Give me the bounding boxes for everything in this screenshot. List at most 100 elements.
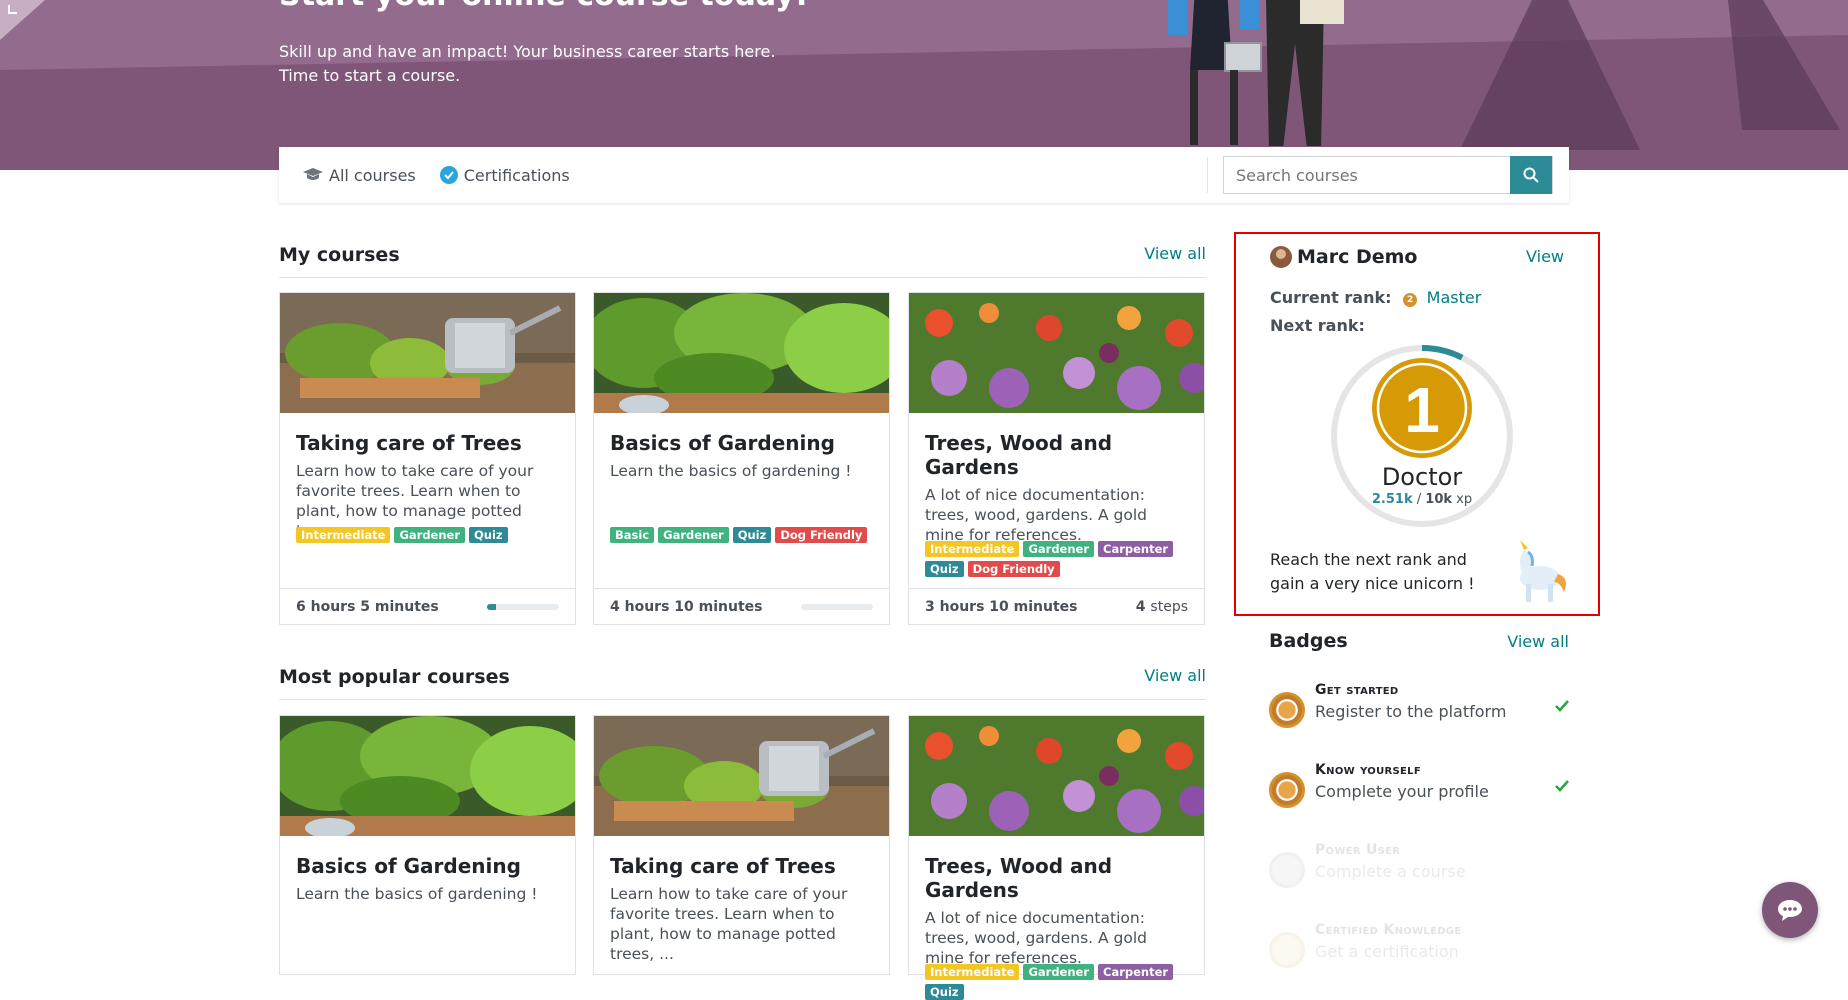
verified-check-icon xyxy=(439,166,458,184)
tag-dog-friendly[interactable]: Dog Friendly xyxy=(775,527,868,543)
popular-view-all-link[interactable]: View all xyxy=(1144,666,1206,685)
badge-description: Register to the platform xyxy=(1315,702,1507,721)
tag-carpenter[interactable]: Carpenter xyxy=(1098,964,1174,980)
badge-medal-icon xyxy=(1269,692,1305,728)
hero-subtitle-line1: Skill up and have an impact! Your busine… xyxy=(279,42,776,61)
badge-description: Complete your profile xyxy=(1315,782,1489,801)
view-profile-link[interactable]: View xyxy=(1526,247,1564,266)
badge-title: Power User xyxy=(1315,842,1401,858)
user-name-label: Marc Demo xyxy=(1297,246,1418,268)
avatar xyxy=(1270,246,1292,268)
tag-gardener[interactable]: Gardener xyxy=(1023,964,1095,980)
user-profile-card: Marc Demo View Current rank: 2 Master Ne… xyxy=(1234,232,1600,616)
tag-gardener[interactable]: Gardener xyxy=(658,527,729,543)
course-steps-count: 4 xyxy=(1135,598,1146,615)
course-title[interactable]: Trees, Wood and Gardens xyxy=(925,431,1188,479)
tag-quiz[interactable]: Quiz xyxy=(732,527,772,543)
badge-item[interactable]: Get started Register to the platform xyxy=(1269,680,1569,740)
tag-gardener[interactable]: Gardener xyxy=(394,527,466,543)
tag-intermediate[interactable]: Intermediate xyxy=(925,964,1020,980)
badges-view-all-link[interactable]: View all xyxy=(1507,632,1569,652)
chat-bubble-icon xyxy=(1778,900,1802,921)
tag-quiz[interactable]: Quiz xyxy=(925,561,964,577)
my-courses-title: My courses xyxy=(279,244,400,266)
course-image xyxy=(909,293,1204,413)
my-courses-header: My courses View all xyxy=(279,242,1206,278)
course-tags: Intermediate Gardener Quiz xyxy=(296,527,559,543)
hero-title: Start your online course today! xyxy=(279,0,808,13)
tag-carpenter[interactable]: Carpenter xyxy=(1098,541,1174,557)
check-icon xyxy=(1555,780,1569,792)
course-title[interactable]: Taking care of Trees xyxy=(610,854,873,878)
course-description: Learn the basics of gardening ! xyxy=(610,462,852,480)
course-description: A lot of nice documentation: trees, wood… xyxy=(925,486,1148,544)
tag-intermediate[interactable]: Intermediate xyxy=(925,541,1020,557)
badge-title: Know yourself xyxy=(1315,762,1421,778)
course-tags: Intermediate Gardener Carpenter Quiz Dog… xyxy=(925,541,1188,577)
badge-medal-icon xyxy=(1269,772,1305,808)
course-progress-bar xyxy=(801,603,873,610)
badges-title: Badges xyxy=(1269,630,1348,652)
badge-item[interactable]: Know yourself Complete your profile xyxy=(1269,760,1569,820)
course-description: Learn how to take care of your favorite … xyxy=(296,462,534,540)
course-card[interactable]: Basics of Gardening Learn the basics of … xyxy=(279,715,576,975)
xp-current: 2.51k xyxy=(1371,492,1413,507)
tag-gardener[interactable]: Gardener xyxy=(1023,541,1095,557)
course-card[interactable]: Taking care of Trees Learn how to take c… xyxy=(279,292,576,625)
nav-all-courses-label: All courses xyxy=(329,165,416,185)
xp-unit: xp xyxy=(1456,492,1473,507)
course-image xyxy=(594,293,889,413)
course-steps-label: steps xyxy=(1150,598,1188,615)
hero-subtitle-line2: Time to start a course. xyxy=(279,66,461,85)
course-tags: Basic Gardener Quiz Dog Friendly xyxy=(610,527,873,543)
course-title[interactable]: Taking care of Trees xyxy=(296,431,559,455)
course-card[interactable]: Trees, Wood and Gardens A lot of nice do… xyxy=(908,715,1205,1000)
nav-certifications[interactable]: Certifications xyxy=(439,165,570,185)
course-duration: 3 hours 10 minutes xyxy=(925,598,1078,615)
popular-courses-title: Most popular courses xyxy=(279,666,510,688)
badge-description: Complete a course xyxy=(1315,862,1466,881)
nav-certifications-label: Certifications xyxy=(463,165,570,185)
course-footer: 6 hours 5 minutes xyxy=(280,588,575,624)
badge-title: Certified Knowledge xyxy=(1315,922,1462,938)
badges-header: Badges View all xyxy=(1269,630,1569,652)
course-title[interactable]: Trees, Wood and Gardens xyxy=(925,854,1188,902)
course-card[interactable]: Basics of Gardening Learn the basics of … xyxy=(593,292,890,625)
next-rank-name: Doctor xyxy=(1382,463,1462,491)
next-rank-number: 1 xyxy=(1404,374,1440,446)
course-tags: Intermediate Gardener Carpenter Quiz xyxy=(925,964,1188,1000)
badge-item[interactable]: Certified Knowledge Get a certification xyxy=(1269,920,1569,980)
tag-quiz[interactable]: Quiz xyxy=(469,527,508,543)
my-courses-view-all-link[interactable]: View all xyxy=(1144,244,1206,263)
tag-basic[interactable]: Basic xyxy=(610,527,655,543)
badge-title: Get started xyxy=(1315,682,1399,698)
course-footer: 3 hours 10 minutes 4 steps xyxy=(909,588,1204,624)
course-card[interactable]: Trees, Wood and Gardens A lot of nice do… xyxy=(908,292,1205,625)
tag-intermediate[interactable]: Intermediate xyxy=(296,527,391,543)
course-steps: 4 steps xyxy=(1136,599,1188,615)
livechat-button[interactable] xyxy=(1762,882,1818,938)
badge-item[interactable]: Power User Complete a course xyxy=(1269,840,1569,900)
course-title[interactable]: Basics of Gardening xyxy=(296,854,559,878)
tag-quiz[interactable]: Quiz xyxy=(925,984,964,1000)
course-card[interactable]: Taking care of Trees Learn how to take c… xyxy=(593,715,890,975)
search-button[interactable] xyxy=(1510,156,1552,194)
course-image xyxy=(909,716,1204,836)
current-rank-label: Current rank: xyxy=(1270,288,1392,307)
current-rank-row: Current rank: 2 Master xyxy=(1270,288,1481,307)
course-image xyxy=(280,293,575,413)
course-title[interactable]: Basics of Gardening xyxy=(610,431,873,455)
current-rank-value[interactable]: Master xyxy=(1427,288,1482,307)
badge-medal-icon xyxy=(1269,852,1305,888)
xp-separator: / xyxy=(1416,492,1422,507)
badge-medal-icon xyxy=(1269,932,1305,968)
tag-dog-friendly[interactable]: Dog Friendly xyxy=(967,561,1060,577)
course-footer: 4 hours 10 minutes xyxy=(594,588,889,624)
nav-all-courses[interactable]: All courses xyxy=(303,166,416,185)
search-input[interactable] xyxy=(1224,157,1510,193)
user-name[interactable]: Marc Demo xyxy=(1270,246,1418,268)
hero-banner: Start your online course today! Skill up… xyxy=(0,0,1848,170)
course-image xyxy=(280,716,575,836)
course-description: Learn the basics of gardening ! xyxy=(296,885,538,903)
course-image xyxy=(594,716,889,836)
